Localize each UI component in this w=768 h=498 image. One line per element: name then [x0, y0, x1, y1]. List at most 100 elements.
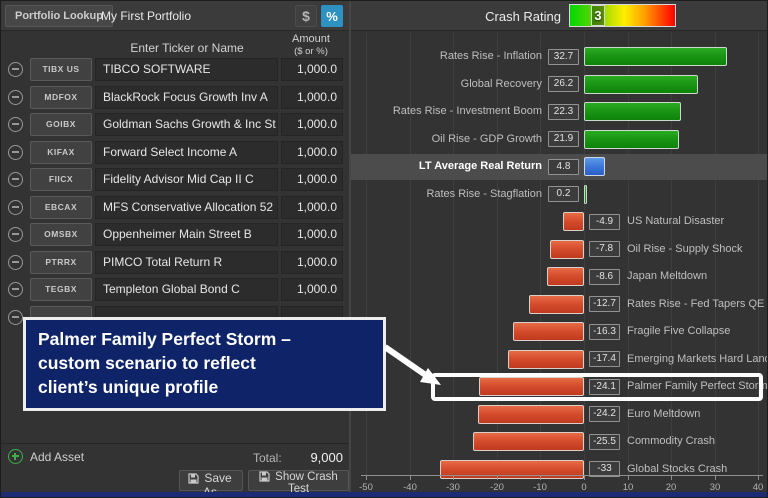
- asset-amount-field[interactable]: 1,000.0: [281, 168, 343, 191]
- asset-name-field[interactable]: Fidelity Advisor Mid Cap II C: [95, 168, 278, 191]
- asset-name-field[interactable]: PIMCO Total Return R: [95, 251, 278, 274]
- scenario-label: Oil Rise - Supply Shock: [627, 242, 743, 257]
- remove-asset-icon[interactable]: [8, 282, 23, 297]
- crash-rating-marker: 3: [591, 5, 605, 26]
- scenario-bar[interactable]: [584, 75, 698, 94]
- portfolio-header: Portfolio Lookup My First Portfolio $ %: [1, 1, 349, 31]
- crash-rating-panel: Crash Rating 3 32.7Rates Rise - Inflatio…: [351, 1, 768, 492]
- asset-name-field[interactable]: Forward Select Income A: [95, 141, 278, 164]
- show-crash-test-button[interactable]: Show Crash Test: [248, 470, 349, 491]
- asset-amount-field[interactable]: 1,000.0: [281, 251, 343, 274]
- asset-name-field[interactable]: Goldman Sachs Growth & Inc St: [95, 113, 278, 136]
- remove-asset-icon[interactable]: [8, 200, 23, 215]
- scenario-value: -24.2: [589, 406, 620, 422]
- scenario-label: Global Recovery: [351, 77, 542, 92]
- plus-icon: [8, 449, 23, 464]
- ticker-button[interactable]: MDFOX: [30, 86, 92, 109]
- asset-name-field[interactable]: BlackRock Focus Growth Inv A: [95, 86, 278, 109]
- scenario-bar[interactable]: [513, 322, 584, 341]
- asset-amount-field[interactable]: 1,000.0: [281, 223, 343, 246]
- scenario-bar[interactable]: [584, 185, 587, 204]
- callout-line: client’s unique profile: [38, 375, 371, 399]
- percent-toggle-button[interactable]: %: [321, 5, 343, 27]
- asset-row: MDFOXBlackRock Focus Growth Inv A1,000.0: [1, 86, 349, 110]
- asset-amount-field[interactable]: 1,000.0: [281, 141, 343, 164]
- portfolio-name[interactable]: My First Portfolio: [101, 9, 191, 23]
- scenario-bar[interactable]: [584, 130, 679, 149]
- scenario-bar[interactable]: [550, 240, 584, 259]
- x-axis-tick: [628, 476, 629, 480]
- gridline: [453, 33, 454, 475]
- scenario-label: LT Average Real Return: [351, 159, 542, 174]
- portfolio-actions: Save As Show Crash Test: [1, 469, 349, 492]
- scenario-bar[interactable]: [478, 405, 584, 424]
- x-axis-tick: [497, 476, 498, 480]
- asset-amount-field[interactable]: 1,000.0: [281, 113, 343, 136]
- asset-row: OMSBXOppenheimer Main Street B1,000.0: [1, 223, 349, 247]
- remove-asset-icon[interactable]: [8, 145, 23, 160]
- remove-asset-icon[interactable]: [8, 172, 23, 187]
- ticker-button[interactable]: OMSBX: [30, 223, 92, 246]
- ticker-button[interactable]: TEGBX: [30, 278, 92, 301]
- crash-test-icon: [259, 471, 270, 482]
- scenario-value: 4.8: [548, 159, 579, 175]
- scenario-value: -16.3: [589, 324, 620, 340]
- asset-row: TIBX USTIBCO SOFTWARE1,000.0: [1, 58, 349, 82]
- total-label: Total:: [253, 451, 282, 465]
- remove-asset-icon[interactable]: [8, 117, 23, 132]
- portfolio-panel: Portfolio Lookup My First Portfolio $ % …: [1, 1, 351, 492]
- gridline: [584, 33, 585, 475]
- crash-rating-title: Crash Rating: [485, 9, 561, 24]
- dollar-toggle-button[interactable]: $: [295, 5, 317, 27]
- x-axis-tick: [410, 476, 411, 480]
- x-axis-tick: [715, 476, 716, 480]
- remove-asset-icon[interactable]: [8, 227, 23, 242]
- callout-annotation: Palmer Family Perfect Storm – custom sce…: [23, 317, 386, 411]
- x-axis-tick: [758, 476, 759, 480]
- gridline: [758, 33, 759, 475]
- asset-row: TEGBXTempleton Global Bond C1,000.0: [1, 278, 349, 302]
- asset-name-field[interactable]: MFS Conservative Allocation 52: [95, 196, 278, 219]
- x-axis-tick: [584, 476, 585, 480]
- remove-asset-icon[interactable]: [8, 90, 23, 105]
- asset-amount-field[interactable]: 1,000.0: [281, 58, 343, 81]
- portfolio-footer: Add Asset Total: 9,000: [1, 443, 349, 469]
- ticker-button[interactable]: EBCAX: [30, 196, 92, 219]
- asset-name-field[interactable]: TIBCO SOFTWARE: [95, 58, 278, 81]
- ticker-button[interactable]: GOIBX: [30, 113, 92, 136]
- scenario-bar[interactable]: [584, 157, 605, 176]
- scenario-bar[interactable]: [508, 350, 584, 369]
- scenario-value: -7.8: [589, 241, 620, 257]
- scenario-bar[interactable]: [547, 267, 584, 286]
- scenario-bar[interactable]: [563, 212, 584, 231]
- add-asset-button[interactable]: Add Asset: [8, 449, 84, 464]
- ticker-button[interactable]: KIFAX: [30, 141, 92, 164]
- save-as-button[interactable]: Save As: [179, 470, 243, 491]
- x-axis-tick: [671, 476, 672, 480]
- remove-asset-icon[interactable]: [8, 255, 23, 270]
- scenario-bar[interactable]: [584, 102, 681, 121]
- total-value: 9,000: [291, 450, 343, 465]
- scenario-bar[interactable]: [584, 47, 727, 66]
- scenario-bar[interactable]: [529, 295, 584, 314]
- x-axis-tick: [453, 476, 454, 480]
- asset-amount-field[interactable]: 1,000.0: [281, 86, 343, 109]
- asset-amount-field[interactable]: 1,000.0: [281, 196, 343, 219]
- asset-row: FIICXFidelity Advisor Mid Cap II C1,000.…: [1, 168, 349, 192]
- asset-row: KIFAXForward Select Income A1,000.0: [1, 141, 349, 165]
- crash-rating-scale: 3: [569, 4, 676, 27]
- remove-asset-icon[interactable]: [8, 310, 23, 325]
- asset-name-field[interactable]: Templeton Global Bond C: [95, 278, 278, 301]
- asset-amount-field[interactable]: 1,000.0: [281, 278, 343, 301]
- scenario-bar[interactable]: [473, 432, 584, 451]
- crash-rating-header: Crash Rating 3: [351, 1, 768, 31]
- scenario-value: 0.2: [548, 186, 579, 202]
- asset-name-field[interactable]: Oppenheimer Main Street B: [95, 223, 278, 246]
- scenario-label: US Natural Disaster: [627, 214, 724, 229]
- ticker-button[interactable]: TIBX US: [30, 58, 92, 81]
- ticker-button[interactable]: PTRRX: [30, 251, 92, 274]
- ticker-button[interactable]: FIICX: [30, 168, 92, 191]
- portfolio-lookup-button[interactable]: Portfolio Lookup: [5, 5, 113, 27]
- remove-asset-icon[interactable]: [8, 62, 23, 77]
- x-axis: [361, 475, 763, 476]
